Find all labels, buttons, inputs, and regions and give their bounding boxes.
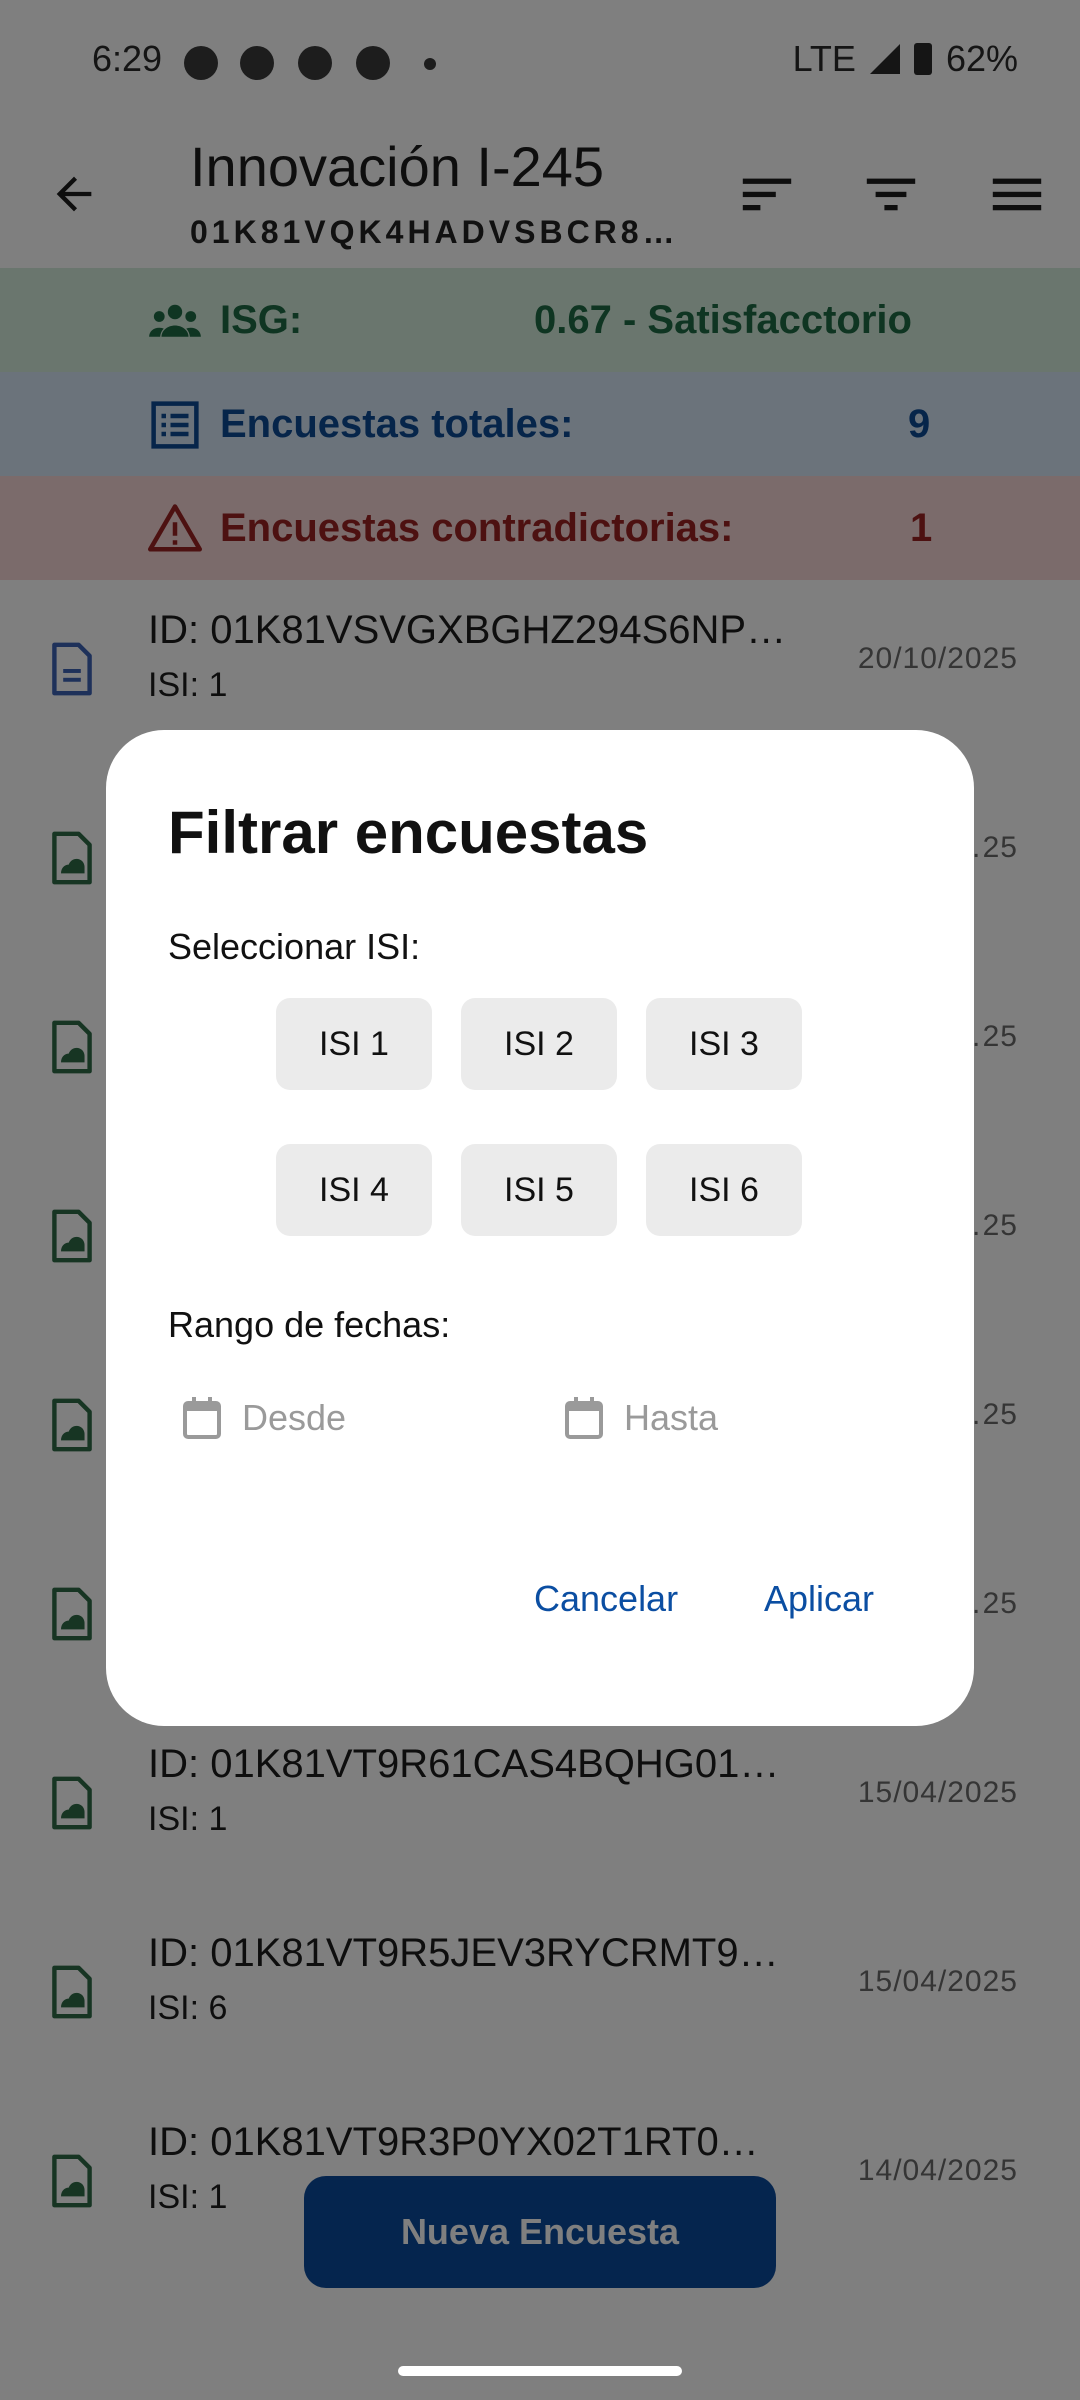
calendar-icon [183,1397,221,1439]
cancel-button[interactable]: Cancelar [534,1578,678,1620]
from-date-placeholder: Desde [242,1397,347,1438]
isi-chip-4[interactable]: ISI 4 [276,1144,432,1236]
calendar-icon [565,1397,603,1439]
isi-chip-3[interactable]: ISI 3 [646,998,802,1090]
to-date-placeholder: Hasta [624,1397,719,1438]
date-range-label: Rango de fechas: [168,1304,451,1345]
gesture-bar[interactable] [398,2366,682,2376]
from-date-field[interactable]: Desde [182,1388,346,1448]
filter-dialog: Filtrar encuestas Seleccionar ISI: ISI 1… [106,730,974,1726]
isi-chip-2[interactable]: ISI 2 [461,998,617,1090]
apply-button[interactable]: Aplicar [764,1578,874,1620]
isi-chip-1[interactable]: ISI 1 [276,998,432,1090]
to-date-field[interactable]: Hasta [564,1388,718,1448]
isi-chip-5[interactable]: ISI 5 [461,1144,617,1236]
isi-chip-6[interactable]: ISI 6 [646,1144,802,1236]
dialog-title: Filtrar encuestas [168,799,649,866]
isi-select-label: Seleccionar ISI: [168,926,421,967]
